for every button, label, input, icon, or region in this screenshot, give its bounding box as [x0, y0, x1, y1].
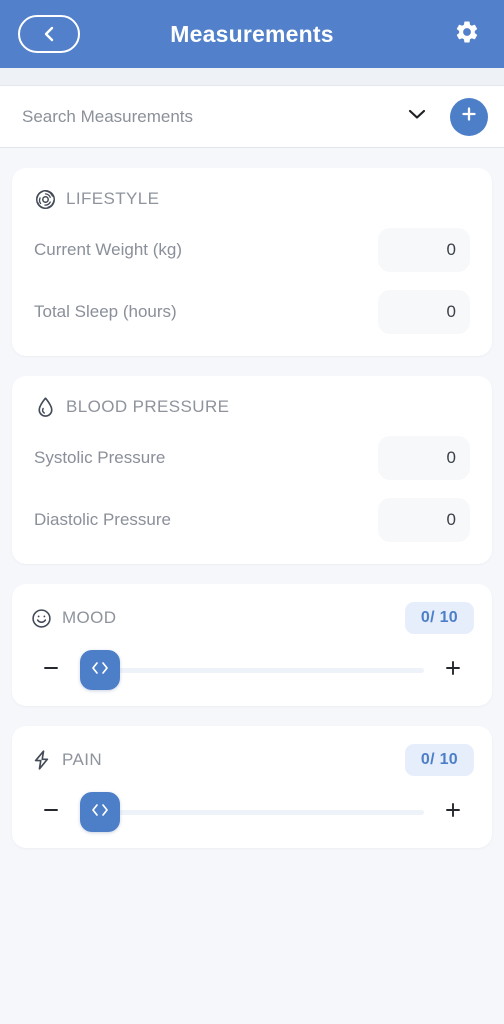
measurement-card-pain: PAIN 0/ 10	[12, 726, 492, 848]
scale-slider[interactable]	[80, 792, 424, 832]
measurements-list: LIFESTYLE Current Weight (kg) Total Slee…	[0, 148, 504, 1022]
lightning-bolt-icon	[30, 749, 52, 771]
measurement-card-mood: MOOD 0/ 10	[12, 584, 492, 706]
scale-slider-row	[30, 650, 474, 690]
pinwheel-icon	[34, 188, 56, 210]
card-title: PAIN	[62, 750, 103, 769]
slider-track	[80, 667, 424, 673]
droplet-icon	[34, 396, 56, 418]
gear-icon	[454, 19, 480, 50]
slider-track	[80, 809, 424, 815]
decrement-button[interactable]	[36, 797, 66, 827]
add-measurement-button[interactable]	[450, 97, 488, 136]
left-right-chevrons-icon	[88, 802, 112, 823]
card-header: BLOOD PRESSURE	[34, 396, 470, 418]
increment-button[interactable]	[438, 797, 468, 827]
measurement-row: Total Sleep (hours)	[34, 290, 470, 334]
header-divider-strip	[0, 68, 504, 86]
card-header-left: MOOD	[30, 607, 116, 629]
measurement-row: Diastolic Pressure	[34, 498, 470, 542]
minus-icon	[42, 801, 60, 824]
card-header: MOOD 0/ 10	[30, 602, 474, 634]
card-title: LIFESTYLE	[66, 189, 160, 208]
measurement-label: Systolic Pressure	[34, 448, 166, 467]
chevron-left-icon	[41, 24, 57, 44]
card-title: MOOD	[62, 608, 117, 627]
plus-icon	[459, 104, 479, 129]
plus-icon	[444, 801, 462, 824]
measurement-row: Systolic Pressure	[34, 436, 470, 480]
search-input[interactable]	[22, 106, 400, 127]
measurement-value-input[interactable]	[378, 228, 470, 272]
back-button[interactable]	[18, 15, 80, 53]
scale-slider[interactable]	[80, 650, 424, 690]
measurement-card-lifestyle: LIFESTYLE Current Weight (kg) Total Slee…	[12, 168, 492, 356]
measurement-value-input[interactable]	[378, 498, 470, 542]
search-dropdown-button[interactable]	[400, 100, 434, 134]
slider-thumb[interactable]	[80, 650, 120, 690]
decrement-button[interactable]	[36, 655, 66, 685]
search-bar	[0, 86, 504, 148]
card-header: LIFESTYLE	[34, 188, 470, 210]
increment-button[interactable]	[438, 655, 468, 685]
measurement-value-input[interactable]	[378, 290, 470, 334]
minus-icon	[42, 659, 60, 682]
status-badge: 0/ 10	[404, 602, 474, 634]
measurement-label: Diastolic Pressure	[34, 510, 171, 529]
scale-slider-row	[30, 792, 474, 832]
measurement-label: Current Weight (kg)	[34, 240, 183, 259]
measurement-label: Total Sleep (hours)	[34, 302, 177, 321]
card-header-left: PAIN	[30, 749, 102, 771]
measurement-row: Current Weight (kg)	[34, 228, 470, 272]
plus-icon	[444, 659, 462, 682]
card-header: PAIN 0/ 10	[30, 744, 474, 776]
left-right-chevrons-icon	[88, 660, 112, 681]
chevron-down-icon	[407, 107, 427, 126]
app-header: Measurements	[0, 0, 504, 68]
slider-thumb[interactable]	[80, 792, 120, 832]
settings-button[interactable]	[448, 15, 486, 53]
status-badge: 0/ 10	[404, 744, 474, 776]
card-title: BLOOD PRESSURE	[66, 397, 230, 416]
measurement-card-blood-pressure: BLOOD PRESSURE Systolic Pressure Diastol…	[12, 376, 492, 564]
smiley-icon	[30, 607, 52, 629]
measurement-value-input[interactable]	[378, 436, 470, 480]
